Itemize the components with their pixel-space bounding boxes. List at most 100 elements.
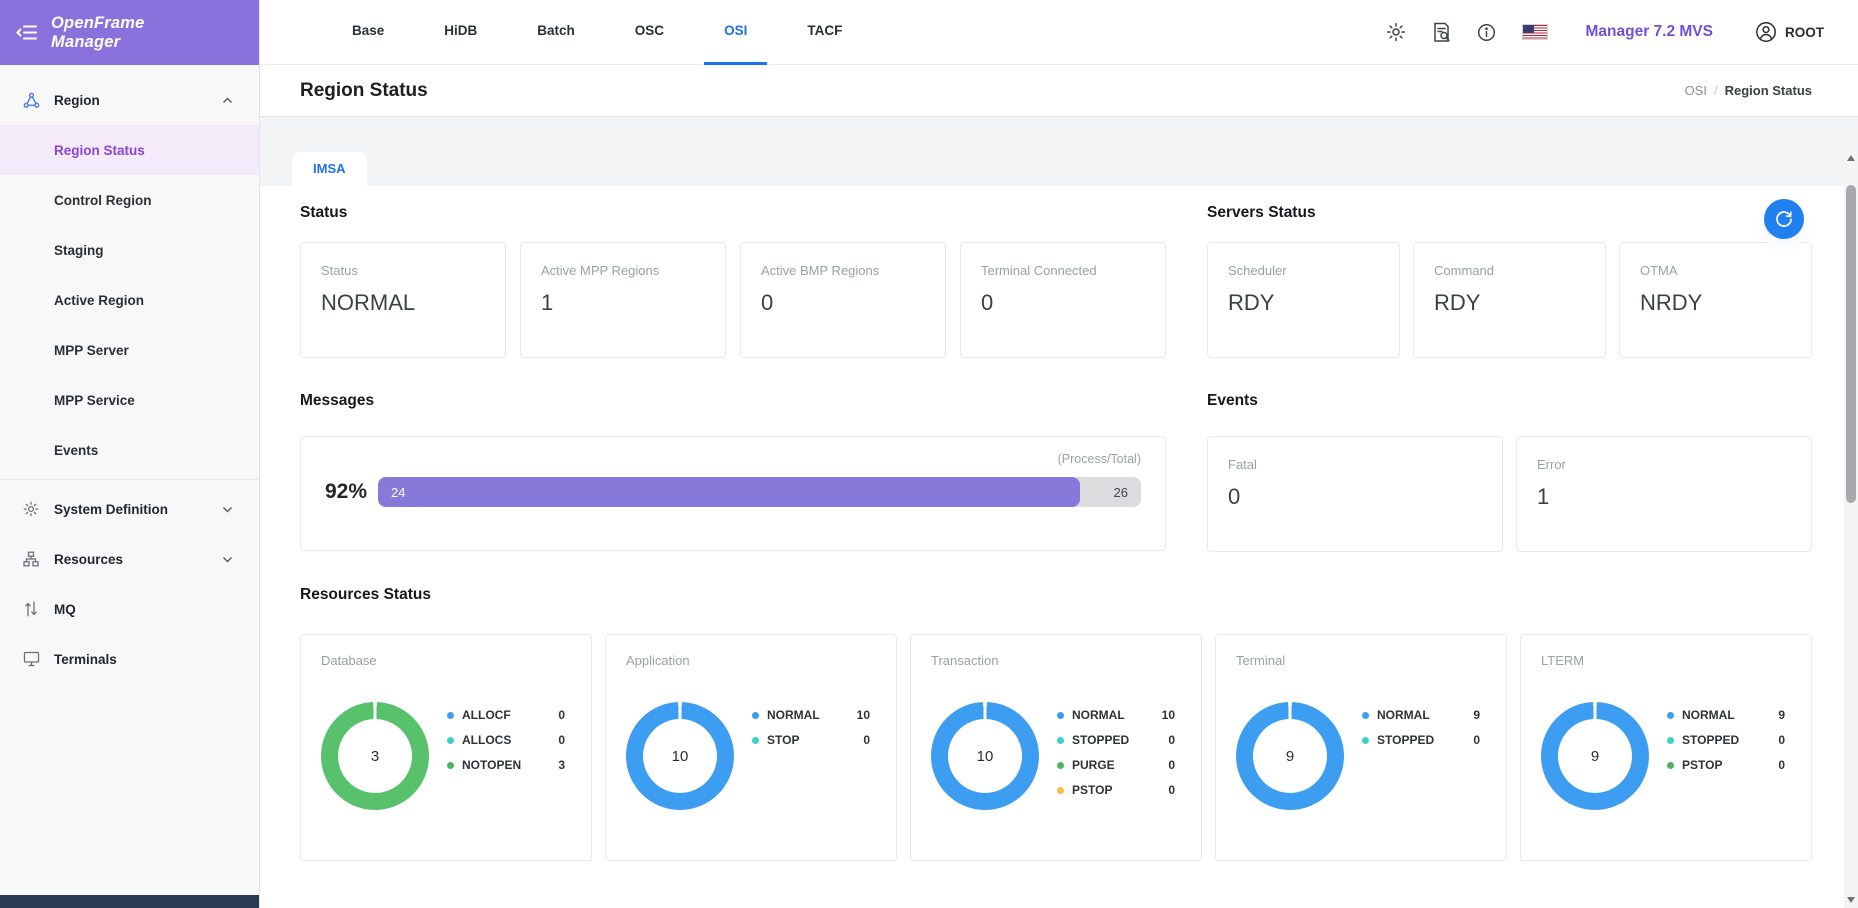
breadcrumb: OSI / Region Status bbox=[1685, 83, 1812, 98]
tab-hidb[interactable]: HiDB bbox=[414, 0, 507, 65]
donut-chart-terminal: 9 bbox=[1236, 702, 1344, 810]
menu-collapse-icon bbox=[16, 24, 38, 41]
status-section: Status StatusNORMALActive MPP Regions1Ac… bbox=[300, 186, 1166, 358]
resource-card-body: 3ALLOCF0ALLOCS0NOTOPEN3 bbox=[321, 702, 571, 810]
status-cards: StatusNORMALActive MPP Regions1Active BM… bbox=[300, 242, 1166, 358]
topbar: BaseHiDBBatchOSCOSITACF bbox=[260, 0, 1858, 65]
donut-center-value: 10 bbox=[643, 719, 717, 793]
refresh-icon bbox=[1774, 209, 1794, 229]
event-card-fatal: Fatal0 bbox=[1207, 436, 1503, 552]
sidebar-header: OpenFrame Manager bbox=[0, 0, 259, 65]
sidebar-divider bbox=[0, 479, 259, 480]
tab-osc[interactable]: OSC bbox=[605, 0, 694, 65]
legend-dot-icon bbox=[1667, 712, 1674, 719]
legend-row-normal: NORMAL9 bbox=[1667, 708, 1785, 722]
status-heading: Status bbox=[300, 204, 1166, 222]
scroll-up-arrow[interactable] bbox=[1847, 155, 1855, 161]
sidebar-item-events[interactable]: Events bbox=[0, 425, 259, 475]
legend-value: 9 bbox=[1473, 708, 1480, 722]
legend-label: PURGE bbox=[1072, 758, 1115, 772]
events-heading: Events bbox=[1207, 392, 1812, 410]
legend-row-allocs: ALLOCS 0 bbox=[447, 733, 565, 747]
donut-chart-transaction: 10 bbox=[931, 702, 1039, 810]
tab-tacf[interactable]: TACF bbox=[777, 0, 872, 65]
us-flag-icon[interactable] bbox=[1522, 24, 1548, 40]
servers-status-cards: SchedulerRDYCommandRDYOTMANRDY bbox=[1207, 242, 1812, 358]
legend-dot-icon bbox=[1667, 762, 1674, 769]
legend-dot-icon bbox=[1667, 737, 1674, 744]
legend-label: STOPPED bbox=[1682, 733, 1739, 747]
sidebar-item-staging[interactable]: Staging bbox=[0, 225, 259, 275]
donut-legend: ALLOCF0ALLOCS0NOTOPEN3 bbox=[447, 702, 571, 810]
scroll-down-arrow[interactable] bbox=[1847, 897, 1855, 903]
legend-label: NOTOPEN bbox=[462, 758, 521, 772]
sidebar-item-label: Region bbox=[54, 93, 100, 108]
card-label: Terminal Connected bbox=[981, 263, 1145, 278]
legend-dot-icon bbox=[1057, 762, 1064, 769]
sidebar-item-label: MQ bbox=[54, 602, 76, 617]
legend-row-stopped: STOPPED0 bbox=[1362, 733, 1480, 747]
sidebar-item-region-status[interactable]: Region Status bbox=[0, 125, 259, 175]
sidebar-item-region[interactable]: Region bbox=[0, 75, 259, 125]
sidebar-item-mpp-server[interactable]: MPP Server bbox=[0, 325, 259, 375]
legend-row-stopped: STOPPED0 bbox=[1667, 733, 1785, 747]
events-section: Events Fatal0Error1 bbox=[1207, 358, 1812, 552]
main-area: BaseHiDBBatchOSCOSITACF bbox=[260, 0, 1858, 908]
legend-value: 0 bbox=[1168, 733, 1175, 747]
sidebar-item-terminals[interactable]: Terminals bbox=[0, 634, 259, 684]
card-label: Command bbox=[1434, 263, 1585, 278]
resources-icon bbox=[22, 551, 40, 567]
document-search-icon[interactable] bbox=[1432, 22, 1451, 43]
legend-value: 0 bbox=[863, 733, 870, 747]
tab-osi[interactable]: OSI bbox=[694, 0, 777, 65]
legend-dot-icon bbox=[1362, 712, 1369, 719]
sidebar-item-mpp-service[interactable]: MPP Service bbox=[0, 375, 259, 425]
legend-value: 0 bbox=[1778, 758, 1785, 772]
server-card-scheduler: SchedulerRDY bbox=[1207, 242, 1400, 358]
resource-card-transaction: Transaction10NORMAL10STOPPED0PURGE0PSTOP… bbox=[910, 634, 1202, 861]
legend-label: ALLOCS bbox=[462, 733, 511, 747]
tab-batch[interactable]: Batch bbox=[507, 0, 605, 65]
card-value: RDY bbox=[1228, 290, 1379, 316]
donut-legend: NORMAL9STOPPED0 bbox=[1362, 702, 1486, 810]
resource-card-lterm: LTERM9NORMAL9STOPPED0PSTOP0 bbox=[1520, 634, 1812, 861]
legend-value: 9 bbox=[1778, 708, 1785, 722]
resource-card-body: 10NORMAL10STOPPED0PURGE0PSTOP0 bbox=[931, 702, 1181, 810]
scrollbar-thumb[interactable] bbox=[1846, 185, 1856, 503]
tab-imsa[interactable]: IMSA bbox=[292, 152, 367, 186]
content-area: IMSA Status StatusNORMALActive MPP Regio… bbox=[260, 117, 1858, 908]
user-menu[interactable]: ROOT bbox=[1755, 21, 1824, 43]
sidebar-item-control-region[interactable]: Control Region bbox=[0, 175, 259, 225]
sidebar-item-resources[interactable]: Resources bbox=[0, 534, 259, 584]
settings-icon[interactable] bbox=[1386, 22, 1406, 42]
legend-dot-icon bbox=[447, 762, 454, 769]
card-value: 1 bbox=[541, 290, 705, 316]
sidebar-collapse-button[interactable] bbox=[16, 24, 38, 41]
legend-label: STOP bbox=[767, 733, 799, 747]
legend-row-pstop: PSTOP0 bbox=[1667, 758, 1785, 772]
resource-card-terminal: Terminal9NORMAL9STOPPED0 bbox=[1215, 634, 1507, 861]
messages-heading: Messages bbox=[300, 392, 1166, 410]
vertical-scrollbar bbox=[1844, 150, 1858, 908]
resource-card-body: 9NORMAL9STOPPED0PSTOP0 bbox=[1541, 702, 1791, 810]
legend-label: NORMAL bbox=[1072, 708, 1125, 722]
resources-status-section: Resources Status Database3ALLOCF0ALLOCS0… bbox=[300, 586, 1812, 861]
sidebar-item-active-region[interactable]: Active Region bbox=[0, 275, 259, 325]
progress-total-value: 26 bbox=[1114, 477, 1128, 507]
legend-dot-icon bbox=[1057, 712, 1064, 719]
chevron-down-icon bbox=[222, 556, 233, 563]
legend-dot-icon bbox=[447, 737, 454, 744]
donut-center-value: 9 bbox=[1253, 719, 1327, 793]
info-icon[interactable] bbox=[1477, 23, 1496, 42]
status-card-status: StatusNORMAL bbox=[300, 242, 506, 358]
sidebar-item-system-definition[interactable]: System Definition bbox=[0, 484, 259, 534]
sidebar-item-mq[interactable]: MQ bbox=[0, 584, 259, 634]
tab-base[interactable]: Base bbox=[322, 0, 414, 65]
legend-row-stopped: STOPPED0 bbox=[1057, 733, 1175, 747]
topbar-right: Manager 7.2 MVS ROOT bbox=[1360, 21, 1825, 43]
refresh-button[interactable] bbox=[1764, 199, 1804, 239]
legend-row-purge: PURGE0 bbox=[1057, 758, 1175, 772]
breadcrumb-parent[interactable]: OSI bbox=[1685, 83, 1707, 98]
page-header: Region Status OSI / Region Status bbox=[260, 65, 1858, 117]
legend-value: 0 bbox=[558, 733, 565, 747]
